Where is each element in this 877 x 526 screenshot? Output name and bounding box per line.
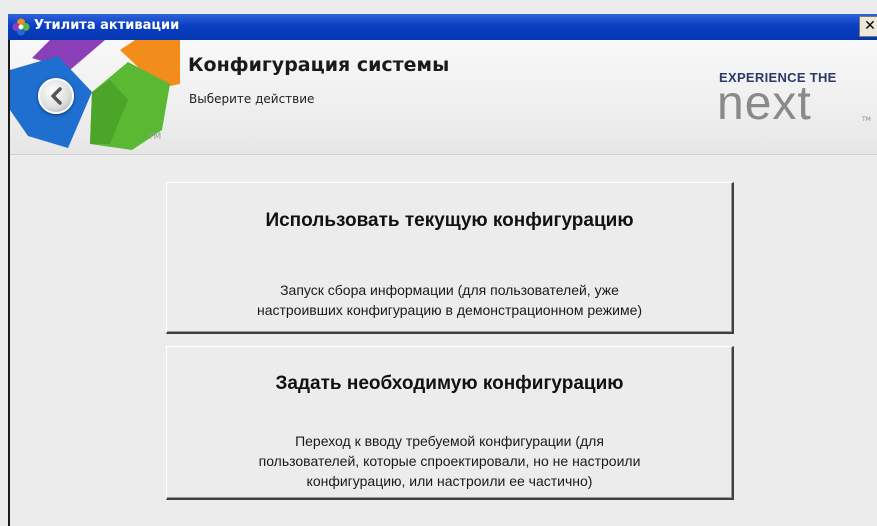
close-icon: ✕ bbox=[864, 18, 876, 34]
set-required-config-button[interactable]: Задать необходимую конфигурацию Переход … bbox=[166, 346, 734, 500]
brand-trademark: TM bbox=[862, 116, 871, 123]
app-flower-icon bbox=[12, 18, 30, 36]
option-description: Переход к вводу требуемой конфигурации (… bbox=[177, 431, 722, 491]
option-description: Запуск сбора информации (для пользовател… bbox=[177, 280, 722, 320]
option-description-line: пользователей, которые спроектировали, н… bbox=[258, 453, 641, 469]
header-banner: TM Конфигурация системы Выберите действи… bbox=[10, 40, 877, 155]
window-title: Утилита активации bbox=[34, 18, 180, 33]
option-description-line: конфигурацию, или настроили ее частично) bbox=[306, 473, 593, 489]
option-title: Задать необходимую конфигурацию bbox=[275, 373, 624, 394]
brand-logo-next: next bbox=[717, 77, 812, 130]
option-title: Использовать текущую конфигурацию bbox=[265, 210, 634, 231]
option-description-line: Запуск сбора информации (для пользовател… bbox=[280, 282, 619, 298]
back-button[interactable] bbox=[38, 78, 74, 114]
activation-utility-window: Утилита активации ✕ TM Конфигурация сист… bbox=[0, 0, 877, 526]
close-button[interactable]: ✕ bbox=[859, 16, 877, 37]
option-description-line: Переход к вводу требуемой конфигурации (… bbox=[295, 433, 604, 449]
back-arrow-icon bbox=[51, 87, 62, 105]
option-description-line: настроивших конфигурацию в демонстрацион… bbox=[256, 302, 643, 318]
page-subtitle: Выберите действие bbox=[189, 92, 315, 106]
title-bar[interactable]: Утилита активации ✕ bbox=[8, 14, 877, 40]
logo-trademark: TM bbox=[148, 132, 162, 142]
use-current-config-button[interactable]: Использовать текущую конфигурацию Запуск… bbox=[166, 182, 734, 334]
page-title: Конфигурация системы bbox=[188, 54, 450, 76]
